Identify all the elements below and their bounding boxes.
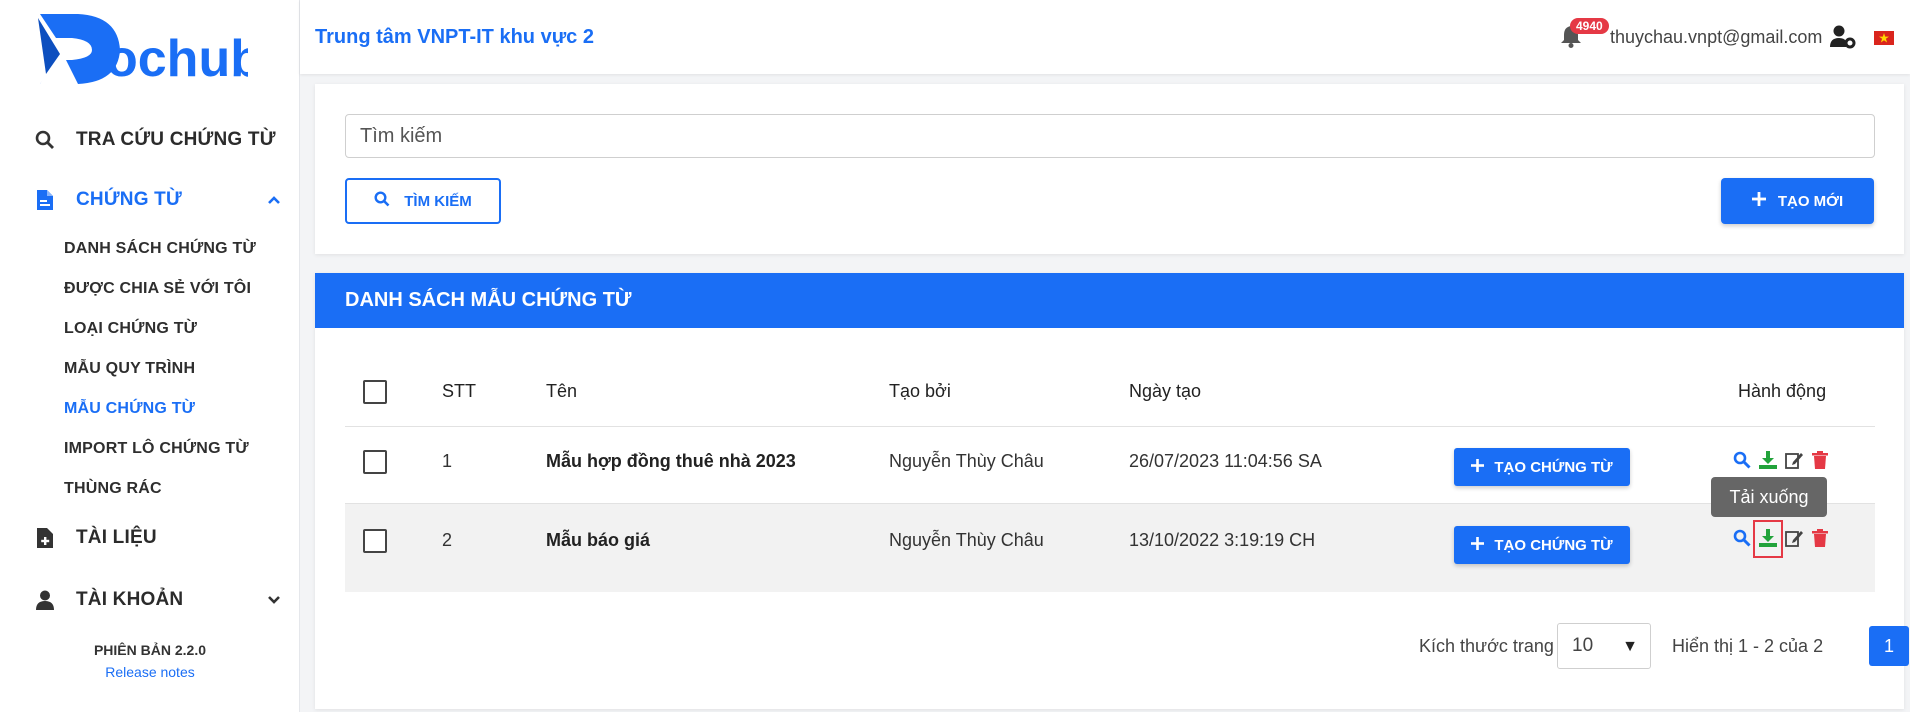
create-document-label: TẠO CHỨNG TỪ [1494, 536, 1613, 554]
view-icon[interactable] [1731, 527, 1753, 549]
create-document-label: TẠO CHỨNG TỪ [1494, 458, 1613, 476]
svg-text:ochub: ochub [106, 30, 248, 84]
sidebar-subitem-mau-chung-tu[interactable]: MẪU CHỨNG TỪ [64, 400, 195, 418]
chevron-down-icon [266, 592, 282, 608]
sidebar-item-tra-cuu[interactable]: TRA CỨU CHỨNG TỪ [0, 118, 300, 162]
search-button[interactable]: TÌM KIẾM [345, 178, 501, 224]
divider [345, 426, 1875, 427]
sidebar-item-chung-tu[interactable]: CHỨNG TỪ [0, 178, 300, 222]
sidebar-item-label: TRA CỨU CHỨNG TỪ [76, 129, 276, 150]
row-created-at: 26/07/2023 11:04:56 SA [1129, 451, 1322, 471]
trash-icon[interactable] [1809, 449, 1831, 471]
top-header: Trung tâm VNPT-IT khu vực 2 4940 thuycha… [300, 0, 1910, 74]
vietnam-flag-icon[interactable] [1874, 31, 1894, 45]
template-list-panel: DANH SÁCH MẪU CHỨNG TỪ STT Tên Tạo bởi N… [315, 273, 1909, 709]
row-checkbox[interactable] [363, 450, 387, 474]
page-button-1[interactable]: 1 [1869, 626, 1909, 666]
sidebar-item-tai-lieu[interactable]: TÀI LIỆU [0, 516, 300, 560]
user-email[interactable]: thuychau.vnpt@gmail.com [1610, 27, 1822, 48]
create-document-button[interactable]: TẠO CHỨNG TỪ [1454, 448, 1630, 486]
search-panel: TÌM KIẾM TẠO MỚI [315, 84, 1904, 254]
sidebar-item-label: TÀI LIỆU [76, 527, 157, 548]
row-name[interactable]: Mẫu báo giá [546, 530, 650, 551]
create-new-label: TẠO MỚI [1777, 192, 1844, 210]
column-header-created-by: Tạo bởi [889, 381, 951, 401]
column-header-actions: Hành động [1738, 381, 1827, 401]
page-size-value: 10 [1572, 635, 1594, 656]
user-icon [34, 589, 56, 611]
search-input[interactable] [345, 114, 1875, 158]
sidebar: ochub TRA CỨU CHỨNG TỪ CHỨNG TỪ DANH SÁC… [0, 0, 300, 712]
sidebar-subitem-loai[interactable]: LOẠI CHỨNG TỪ [64, 320, 197, 338]
create-new-button[interactable]: TẠO MỚI [1721, 178, 1874, 224]
sidebar-subitem-chia-se[interactable]: ĐƯỢC CHIA SẺ VỚI TÔI [64, 280, 251, 298]
plus-icon [1471, 458, 1485, 476]
search-icon [34, 129, 56, 151]
download-icon[interactable] [1757, 449, 1779, 471]
row-created-by: Nguyễn Thùy Châu [889, 451, 1044, 471]
create-document-button[interactable]: TẠO CHỨNG TỪ [1454, 526, 1630, 564]
row-stt: 1 [442, 451, 453, 471]
file-plus-icon [34, 527, 56, 549]
release-notes-link[interactable]: Release notes [0, 664, 300, 680]
download-highlight [1753, 520, 1783, 558]
sidebar-subitem-thung-rac[interactable]: THÙNG RÁC [64, 480, 162, 498]
row-stt: 2 [442, 530, 453, 550]
sidebar-subitem-mau-quy-trinh[interactable]: MẪU QUY TRÌNH [64, 360, 195, 378]
file-icon [34, 189, 56, 211]
caret-down-icon: ▼ [1622, 638, 1638, 655]
sidebar-subitem-import[interactable]: IMPORT LÔ CHỨNG TỪ [64, 440, 249, 458]
sidebar-item-label: CHỨNG TỪ [76, 189, 182, 210]
column-header-name: Tên [546, 381, 578, 401]
row-created-at: 13/10/2022 3:19:19 CH [1129, 530, 1316, 550]
plus-icon [1471, 536, 1485, 554]
page-size-label: Kích thước trang [1419, 636, 1554, 656]
chevron-up-icon [266, 192, 282, 208]
sidebar-subitem-danh-sach[interactable]: DANH SÁCH CHỨNG TỪ [64, 240, 256, 258]
pagination-summary: Hiển thị 1 - 2 của 2 [1672, 636, 1824, 656]
search-icon [374, 191, 390, 211]
notification-badge: 4940 [1570, 18, 1609, 34]
plus-icon [1751, 192, 1766, 210]
row-name[interactable]: Mẫu hợp đồng thuê nhà 2023 [546, 451, 796, 472]
edit-icon[interactable] [1783, 449, 1805, 471]
row-created-by: Nguyễn Thùy Châu [889, 530, 1044, 550]
edit-icon[interactable] [1783, 527, 1805, 549]
page-title: Trung tâm VNPT-IT khu vực 2 [315, 26, 594, 48]
row-checkbox[interactable] [363, 529, 387, 553]
trash-icon[interactable] [1809, 527, 1831, 549]
version-label: PHIÊN BẢN 2.2.0 [93, 642, 207, 658]
sidebar-item-label: TÀI KHOẢN [76, 589, 184, 610]
page-size-select[interactable]: 10 ▼ [1557, 623, 1651, 669]
select-all-checkbox[interactable] [363, 380, 387, 404]
dochub-logo[interactable]: ochub [38, 14, 262, 88]
user-settings-icon[interactable] [1830, 25, 1856, 49]
column-header-created-at: Ngày tạo [1129, 381, 1202, 401]
view-icon[interactable] [1731, 449, 1753, 471]
sidebar-item-tai-khoan[interactable]: TÀI KHOẢN [0, 578, 300, 622]
search-button-label: TÌM KIẾM [404, 192, 472, 210]
column-header-stt: STT [442, 381, 476, 401]
list-title: DANH SÁCH MẪU CHỨNG TỪ [315, 273, 1904, 328]
download-tooltip: Tải xuống [1711, 477, 1827, 517]
